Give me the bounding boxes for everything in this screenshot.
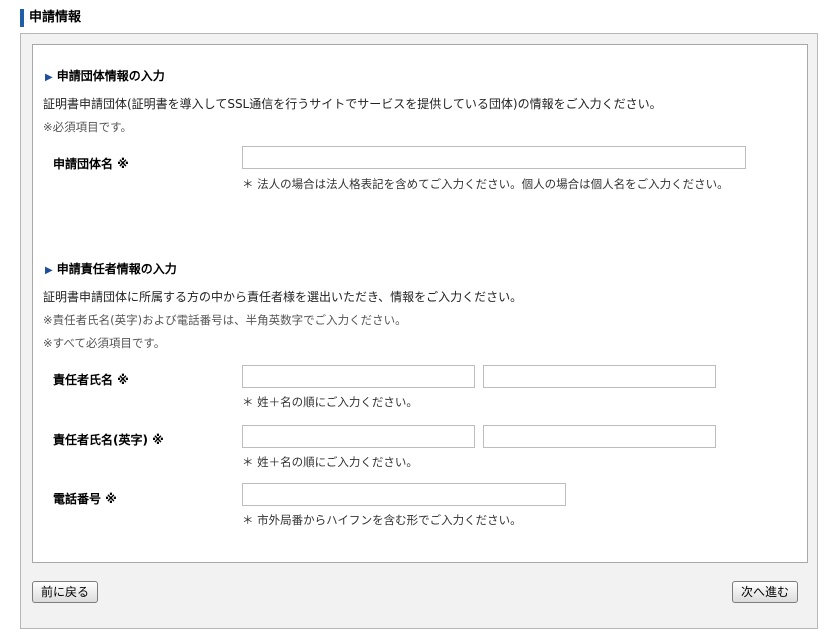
- section-applicant-org-heading: ▶ 申請団体情報の入力: [45, 67, 165, 84]
- section-description: 証明書申請団体に所属する方の中から責任者様を選出いただき、情報をご入力ください。: [43, 290, 523, 304]
- phone-input[interactable]: [242, 483, 566, 506]
- triangle-right-icon: ▶: [45, 72, 53, 83]
- form-panel: ▶ 申請団体情報の入力 証明書申請団体(証明書を導入してSSL通信を行うサイトでサ…: [32, 44, 808, 563]
- org-name-input[interactable]: [242, 146, 746, 169]
- responsible-name-en-hint: ＊ 姓＋名の順にご入力ください。: [242, 455, 418, 469]
- back-button[interactable]: 前に戻る: [32, 581, 99, 603]
- responsible-name-hint: ＊ 姓＋名の順にご入力ください。: [242, 395, 418, 409]
- responsible-name-label: 責任者氏名 ※: [53, 373, 129, 387]
- responsible-first-name-input[interactable]: [483, 365, 716, 388]
- triangle-right-icon: ▶: [45, 265, 53, 276]
- section-title: 申請責任者情報の入力: [56, 262, 177, 276]
- org-name-label: 申請団体名 ※: [53, 157, 129, 171]
- page-title: 申請情報: [20, 9, 81, 27]
- phone-label: 電話番号 ※: [53, 492, 117, 506]
- section-title: 申請団体情報の入力: [56, 69, 165, 83]
- required-note: ※必須項目です。: [43, 120, 132, 134]
- phone-hint: ＊ 市外局番からハイフンを含む形でご入力ください。: [242, 513, 522, 527]
- form-container: ▶ 申請団体情報の入力 証明書申請団体(証明書を導入してSSL通信を行うサイトでサ…: [20, 33, 818, 629]
- section-description: 証明書申請団体(証明書を導入してSSL通信を行うサイトでサービスを提供している団…: [43, 97, 662, 111]
- format-note: ※責任者氏名(英字)および電話番号は、半角英数字でご入力ください。: [43, 313, 407, 327]
- required-note: ※すべて必須項目です。: [43, 336, 166, 350]
- section-responsible-person-heading: ▶ 申請責任者情報の入力: [45, 260, 177, 277]
- next-button[interactable]: 次へ進む: [732, 581, 799, 603]
- responsible-last-name-input[interactable]: [242, 365, 475, 388]
- org-name-hint: ＊ 法人の場合は法人格表記を含めてご入力ください。個人の場合は個人名をご入力くだ…: [242, 177, 729, 191]
- responsible-last-name-en-input[interactable]: [242, 425, 475, 448]
- responsible-name-en-label: 責任者氏名(英字) ※: [53, 433, 164, 447]
- responsible-first-name-en-input[interactable]: [483, 425, 716, 448]
